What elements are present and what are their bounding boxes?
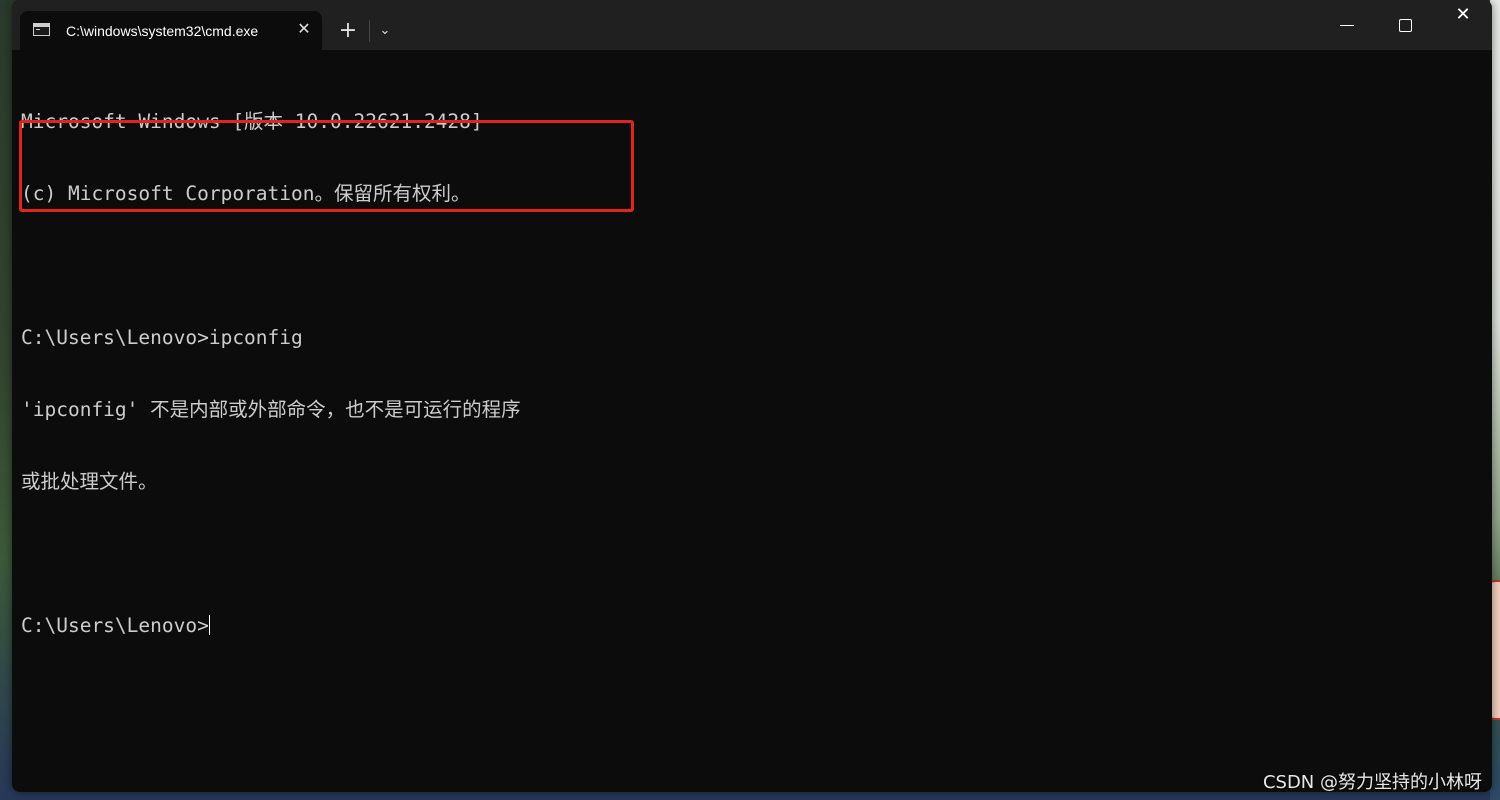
- console-line: 'ipconfig' 不是内部或外部命令，也不是可运行的程序: [21, 398, 521, 421]
- watermark: CSDN @努力坚持的小林呀: [1262, 772, 1482, 793]
- tab-separator: [369, 20, 370, 42]
- minimize-icon: [1340, 25, 1354, 26]
- title-bar[interactable]: C:\windows\system32\cmd.exe ✕ + ⌄ ✕: [12, 0, 1492, 50]
- prompt-line[interactable]: C:\Users\Lenovo>: [21, 614, 1481, 638]
- tab-title: C:\windows\system32\cmd.exe: [66, 23, 259, 39]
- prompt-text: C:\Users\Lenovo>: [21, 614, 209, 637]
- new-tab-button[interactable]: +: [334, 17, 362, 45]
- close-button[interactable]: ✕: [1440, 4, 1486, 46]
- tab-cmd[interactable]: C:\windows\system32\cmd.exe ✕: [20, 11, 322, 50]
- maximize-button[interactable]: [1382, 4, 1428, 46]
- maximize-icon: [1399, 19, 1412, 32]
- terminal-window: C:\windows\system32\cmd.exe ✕ + ⌄ ✕ Micr…: [12, 0, 1492, 792]
- text-cursor: [208, 615, 210, 635]
- tab-dropdown-chevron-icon[interactable]: ⌄: [372, 17, 398, 45]
- console-line: 或批处理文件。: [21, 470, 158, 493]
- console-line: C:\Users\Lenovo>ipconfig: [21, 326, 303, 349]
- minimize-button[interactable]: [1324, 4, 1370, 46]
- cmd-icon: [33, 23, 50, 36]
- tab-close-icon[interactable]: ✕: [294, 19, 314, 39]
- error-highlight-box: [19, 120, 634, 212]
